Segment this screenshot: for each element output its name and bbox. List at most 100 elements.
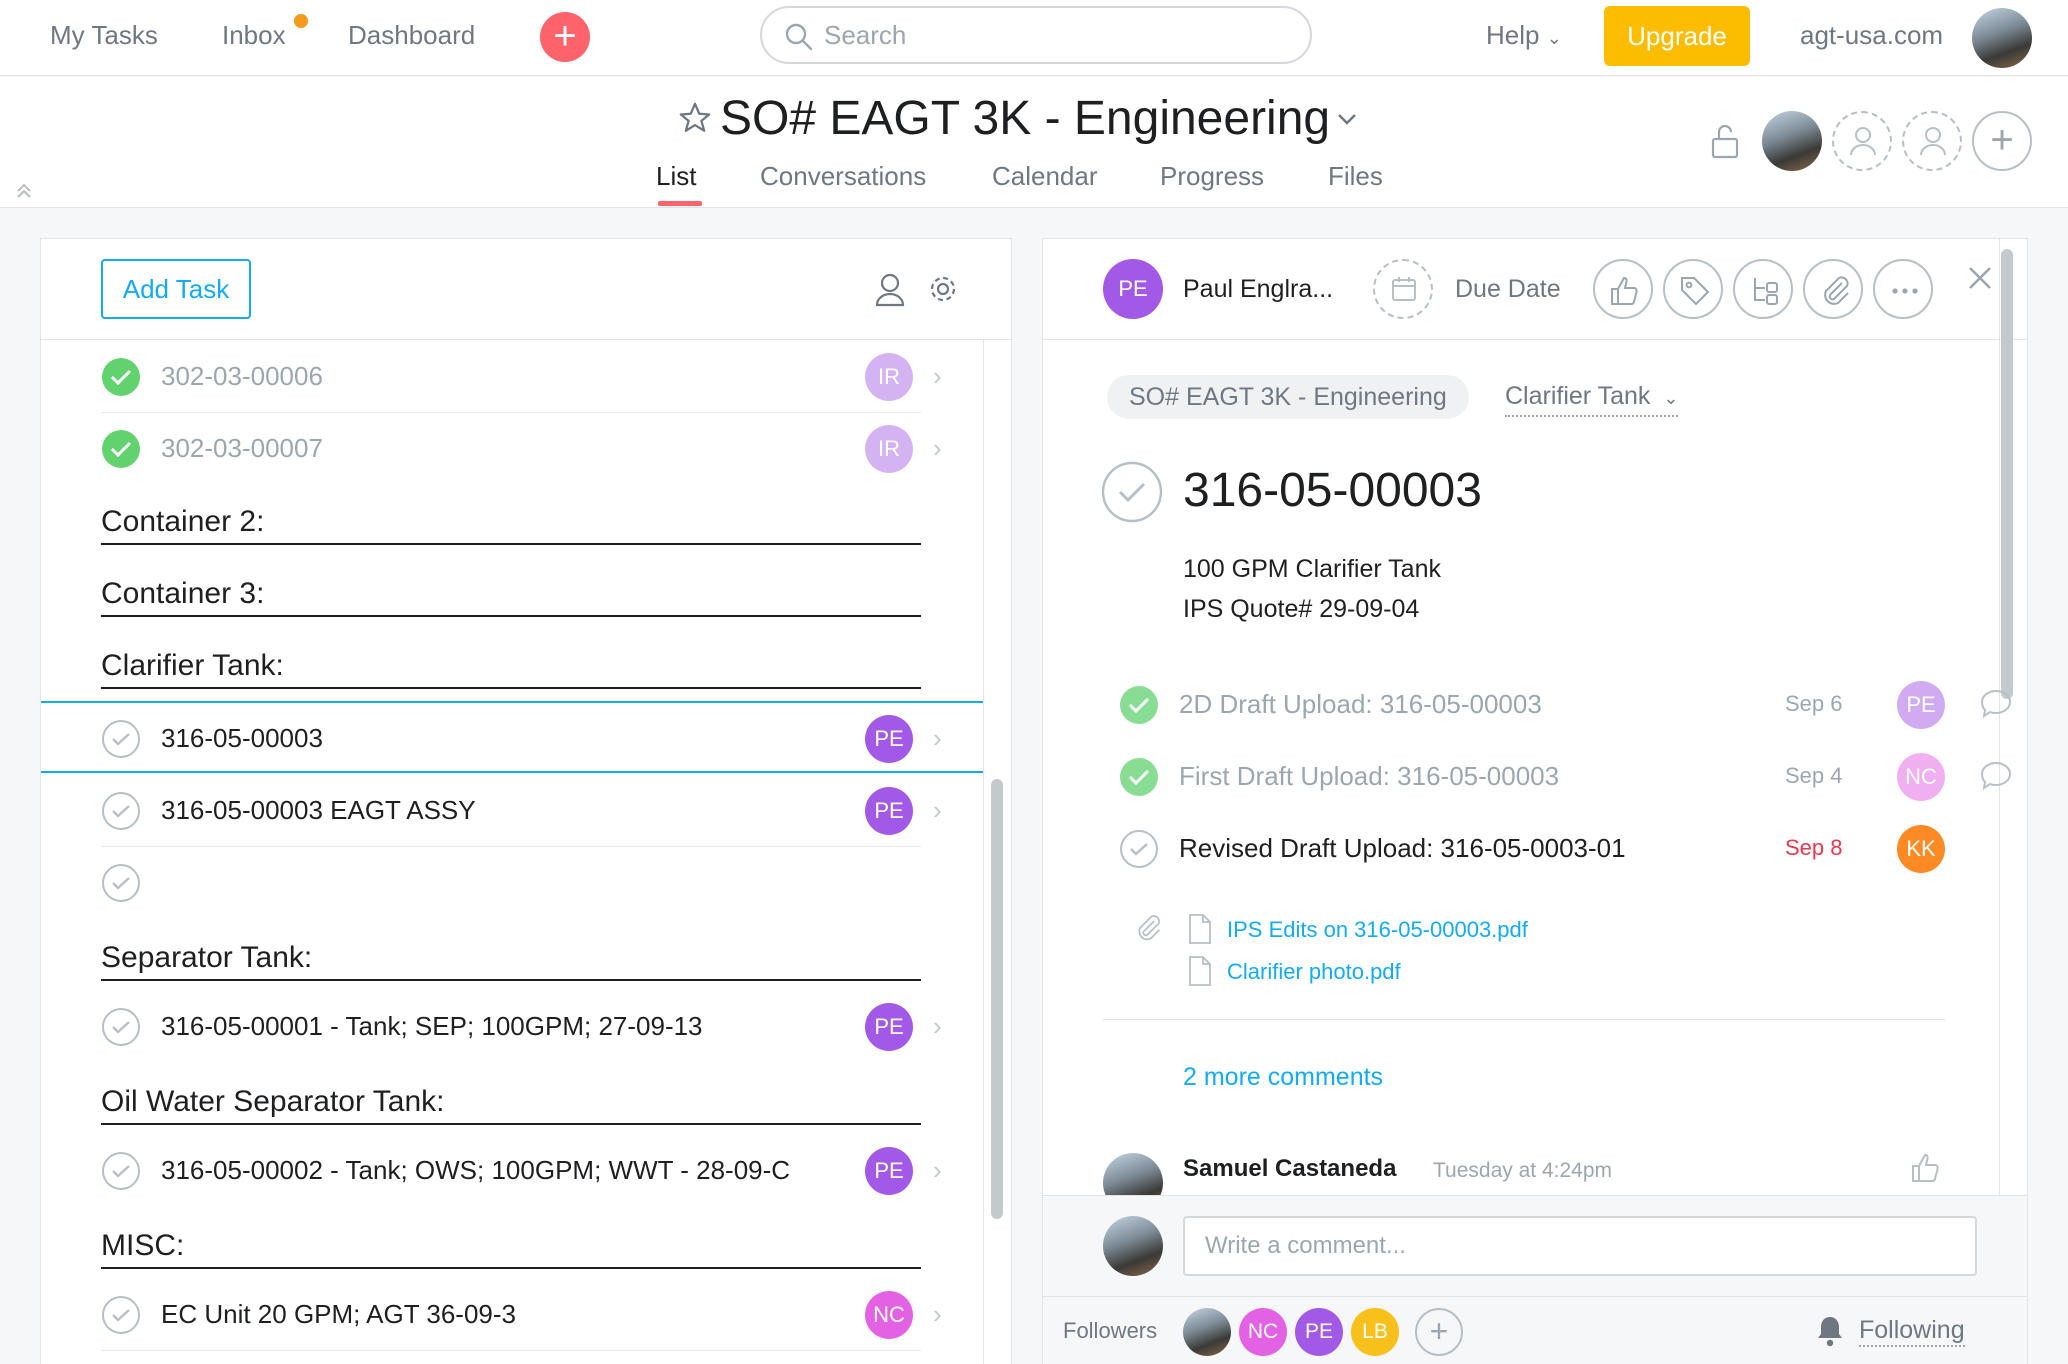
comment-icon[interactable]	[1979, 687, 2013, 721]
task-row[interactable]: 316-05-00001 - Tank; SEP; 100GPM; 27-09-…	[101, 991, 963, 1063]
chevron-right-icon[interactable]: ›	[933, 361, 942, 392]
follower-avatar[interactable]: NC	[1239, 1308, 1287, 1356]
collapse-icon[interactable]	[14, 181, 34, 201]
more-actions-button[interactable]	[1873, 259, 1933, 319]
add-follower-button[interactable]: +	[1415, 1308, 1463, 1356]
subtask-name[interactable]: First Draft Upload: 316-05-00003	[1179, 761, 1559, 792]
comment-icon[interactable]	[1979, 759, 2013, 793]
bell-icon[interactable]	[1815, 1314, 1845, 1348]
task-description-line[interactable]: IPS Quote# 29-09-04	[1183, 595, 1419, 624]
tab-conversations[interactable]: Conversations	[760, 161, 926, 192]
task-name[interactable]: 302-03-00007	[161, 433, 323, 464]
section-header[interactable]: Separator Tank:	[101, 921, 921, 981]
task-row[interactable]	[101, 847, 963, 919]
chevron-down-icon[interactable]	[1336, 111, 1358, 127]
section-header[interactable]: Oil Water Separator Tank:	[101, 1065, 921, 1125]
nav-dashboard[interactable]: Dashboard	[348, 20, 475, 51]
subtask-name[interactable]: 2D Draft Upload: 316-05-00003	[1179, 689, 1542, 720]
subtask-row[interactable]: 2D Draft Upload: 316-05-00003 Sep 6 PE	[1119, 669, 2012, 741]
task-row[interactable]: 316-05-00003 PE ›	[101, 703, 963, 775]
quick-add-button[interactable]: +	[540, 12, 590, 62]
subtask-due-date[interactable]: Sep 8	[1785, 835, 1843, 861]
thumbs-up-icon[interactable]	[1909, 1151, 1943, 1185]
help-menu[interactable]: Help ⌄	[1486, 20, 1562, 51]
comment-author[interactable]: Samuel Castaneda	[1183, 1155, 1396, 1183]
chevron-right-icon[interactable]: ›	[933, 433, 942, 464]
follower-avatar[interactable]: LB	[1351, 1308, 1399, 1356]
task-title[interactable]: 316-05-00003	[1183, 463, 1482, 518]
tab-calendar[interactable]: Calendar	[992, 161, 1098, 192]
tab-progress[interactable]: Progress	[1160, 161, 1264, 192]
follower-avatar[interactable]: PE	[1295, 1308, 1343, 1356]
project-pill[interactable]: SO# EAGT 3K - Engineering	[1107, 375, 1469, 419]
assignee-avatar[interactable]: PE	[865, 1003, 913, 1051]
subtask-row[interactable]: First Draft Upload: 316-05-00003 Sep 4 N…	[1119, 741, 2012, 813]
completed-check-icon[interactable]	[101, 357, 141, 397]
attachment-link[interactable]: IPS Edits on 316-05-00003.pdf	[1227, 917, 1528, 943]
assignee-avatar[interactable]: IR	[865, 353, 913, 401]
comment-input[interactable]	[1183, 1216, 1977, 1276]
task-name[interactable]: 316-05-00002 - Tank; OWS; 100GPM; WWT - …	[161, 1155, 790, 1186]
attachment-link[interactable]: Clarifier photo.pdf	[1227, 959, 1401, 985]
upgrade-button[interactable]: Upgrade	[1604, 6, 1750, 66]
assignee-avatar[interactable]: KK	[1897, 825, 1945, 873]
subtask-row[interactable]: Revised Draft Upload: 316-05-0003-01 Sep…	[1119, 813, 1969, 885]
tab-list[interactable]: List	[656, 161, 696, 192]
person-icon[interactable]	[875, 273, 905, 307]
subtasks-button[interactable]	[1733, 259, 1793, 319]
task-name[interactable]: 302-03-00006	[161, 361, 323, 392]
section-header[interactable]: Container 3:	[101, 557, 921, 617]
nav-my-tasks[interactable]: My Tasks	[50, 20, 158, 51]
add-task-button[interactable]: Add Task	[101, 259, 251, 319]
assignee-avatar[interactable]: PE	[1103, 259, 1163, 319]
task-row[interactable]: 316-05-00002 - Tank; OWS; 100GPM; WWT - …	[101, 1135, 963, 1207]
empty-member-slot[interactable]	[1832, 111, 1892, 171]
due-date-button[interactable]	[1373, 259, 1433, 319]
project-title[interactable]: SO# EAGT 3K - Engineering	[720, 91, 1330, 146]
assignee-name[interactable]: Paul Englra...	[1183, 275, 1333, 304]
completed-check-icon[interactable]	[1119, 685, 1159, 725]
section-header[interactable]: Container 2:	[101, 485, 921, 545]
workspace-name[interactable]: agt-usa.com	[1800, 20, 1943, 51]
chevron-right-icon[interactable]: ›	[933, 723, 942, 754]
following-toggle[interactable]: Following	[1859, 1316, 1965, 1347]
search-input[interactable]	[824, 16, 1284, 54]
like-button[interactable]	[1593, 259, 1653, 319]
user-avatar[interactable]	[1972, 8, 2032, 68]
assignee-avatar[interactable]: NC	[1897, 753, 1945, 801]
more-comments-link[interactable]: 2 more comments	[1183, 1063, 1383, 1092]
tags-button[interactable]	[1663, 259, 1723, 319]
search-box[interactable]	[760, 6, 1312, 64]
task-description-line[interactable]: 100 GPM Clarifier Tank	[1183, 555, 1441, 584]
scrollbar[interactable]	[991, 779, 1003, 1219]
chevron-right-icon[interactable]: ›	[933, 795, 942, 826]
task-row[interactable]: 316-05-00003 EAGT ASSY PE ›	[101, 775, 963, 847]
assignee-avatar[interactable]: PE	[865, 787, 913, 835]
task-name[interactable]: EC Unit 20 GPM; AGT 36-09-3	[161, 1299, 516, 1330]
assignee-avatar[interactable]: PE	[865, 1147, 913, 1195]
tab-files[interactable]: Files	[1328, 161, 1383, 192]
subtask-name[interactable]: Revised Draft Upload: 316-05-0003-01	[1179, 833, 1626, 864]
star-icon[interactable]	[678, 101, 712, 135]
nav-inbox[interactable]: Inbox	[222, 20, 286, 51]
chevron-right-icon[interactable]: ›	[933, 1155, 942, 1186]
scrollbar[interactable]	[2001, 249, 2013, 699]
completed-check-icon[interactable]	[101, 429, 141, 469]
task-name[interactable]: 316-05-00001 - Tank; SEP; 100GPM; 27-09-…	[161, 1011, 703, 1042]
gear-icon[interactable]	[927, 273, 959, 305]
check-icon[interactable]	[1101, 461, 1163, 523]
chevron-right-icon[interactable]: ›	[933, 1011, 942, 1042]
completed-check-icon[interactable]	[1119, 757, 1159, 797]
check-icon[interactable]	[101, 1151, 141, 1191]
add-member-button[interactable]: +	[1972, 111, 2032, 171]
subtask-due-date[interactable]: Sep 6	[1785, 691, 1843, 717]
empty-member-slot[interactable]	[1902, 111, 1962, 171]
check-icon[interactable]	[101, 1007, 141, 1047]
subtask-due-date[interactable]: Sep 4	[1785, 763, 1843, 789]
chevron-right-icon[interactable]: ›	[933, 1299, 942, 1330]
assignee-avatar[interactable]: PE	[1897, 681, 1945, 729]
task-row[interactable]: 302-03-00006 IR ›	[101, 341, 963, 413]
close-icon[interactable]	[1967, 265, 1993, 291]
member-avatar[interactable]	[1762, 111, 1822, 171]
section-selector[interactable]: Clarifier Tank ⌄	[1505, 379, 1679, 417]
